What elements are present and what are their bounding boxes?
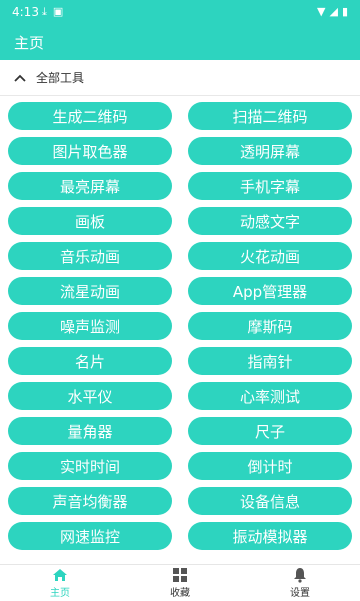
tool-button[interactable]: 指南针 <box>188 347 352 375</box>
all-tools-header[interactable]: 全部工具 <box>0 60 360 96</box>
bell-icon <box>294 568 306 583</box>
tool-button[interactable]: 生成二维码 <box>8 102 172 130</box>
nav-item-favorites[interactable]: 收藏 <box>120 565 240 601</box>
tool-row: 实时时间 倒计时 <box>0 452 360 480</box>
grid-icon <box>173 568 187 582</box>
battery-icon: ▮ <box>341 5 352 18</box>
tool-button[interactable]: 设备信息 <box>188 487 352 515</box>
status-time: 4:13 <box>12 5 39 19</box>
tool-button[interactable]: 火花动画 <box>188 242 352 270</box>
section-label: 全部工具 <box>36 71 85 85</box>
tool-row: 音乐动画 火花动画 <box>0 242 360 270</box>
nav-item-settings[interactable]: 设置 <box>240 565 360 601</box>
home-icon <box>53 569 67 581</box>
tool-button[interactable]: 量角器 <box>8 417 172 445</box>
status-system-icons: ▼◢▮ <box>317 5 352 18</box>
nav-item-home[interactable]: 主页 <box>0 565 120 601</box>
tool-button[interactable]: 手机字幕 <box>188 172 352 200</box>
tool-row: 量角器 尺子 <box>0 417 360 445</box>
nav-label-home: 主页 <box>50 588 70 599</box>
tool-button[interactable]: 动感文字 <box>188 207 352 235</box>
tool-button[interactable]: 流星动画 <box>8 277 172 305</box>
tool-button[interactable]: 倒计时 <box>188 452 352 480</box>
tool-button[interactable]: 水平仪 <box>8 382 172 410</box>
tool-row: 生成二维码 扫描二维码 <box>0 102 360 130</box>
nav-label-settings: 设置 <box>290 588 310 599</box>
tool-row: 流星动画 App管理器 <box>0 277 360 305</box>
tool-button[interactable]: 实时时间 <box>8 452 172 480</box>
tool-row: 最亮屏幕 手机字幕 <box>0 172 360 200</box>
tool-row: 水平仪 心率测试 <box>0 382 360 410</box>
page-title: 主页 <box>14 34 45 52</box>
tool-row: 噪声监测 摩斯码 <box>0 312 360 340</box>
tool-button[interactable]: 振动模拟器 <box>188 522 352 550</box>
bottom-navigation: 主页 收藏 设置 <box>0 564 360 601</box>
tool-button[interactable]: 透明屏幕 <box>188 137 352 165</box>
tool-row: 名片 指南针 <box>0 347 360 375</box>
tool-button[interactable]: 摩斯码 <box>188 312 352 340</box>
signal-icon: ◢ <box>329 5 342 18</box>
status-bar: 4:13 ⤓▣ ▼◢▮ <box>0 0 360 24</box>
square-icon: ▣ <box>52 5 70 18</box>
tool-button[interactable]: 尺子 <box>188 417 352 445</box>
tool-button[interactable]: 图片取色器 <box>8 137 172 165</box>
tool-button[interactable]: 网速监控 <box>8 522 172 550</box>
tool-button[interactable]: 名片 <box>8 347 172 375</box>
tool-button[interactable]: 噪声监测 <box>8 312 172 340</box>
tool-button[interactable]: 扫描二维码 <box>188 102 352 130</box>
tool-button[interactable]: 音乐动画 <box>8 242 172 270</box>
tool-button[interactable]: 画板 <box>8 207 172 235</box>
chevron-up-icon[interactable] <box>12 70 28 86</box>
tool-button[interactable]: 声音均衡器 <box>8 487 172 515</box>
app-bar: 主页 <box>0 24 360 60</box>
tool-button[interactable]: App管理器 <box>188 277 352 305</box>
nav-label-favorites: 收藏 <box>170 588 190 599</box>
wifi-icon: ▼ <box>317 5 330 18</box>
tool-row: 网速监控 振动模拟器 <box>0 522 360 550</box>
tool-row: 画板 动感文字 <box>0 207 360 235</box>
tool-button[interactable]: 最亮屏幕 <box>8 172 172 200</box>
status-notification-icons: ⤓▣ <box>42 5 69 19</box>
download-icon: ⤓ <box>42 5 53 18</box>
tool-row: 图片取色器 透明屏幕 <box>0 137 360 165</box>
tool-row: 声音均衡器 设备信息 <box>0 487 360 515</box>
tool-button[interactable]: 心率测试 <box>188 382 352 410</box>
